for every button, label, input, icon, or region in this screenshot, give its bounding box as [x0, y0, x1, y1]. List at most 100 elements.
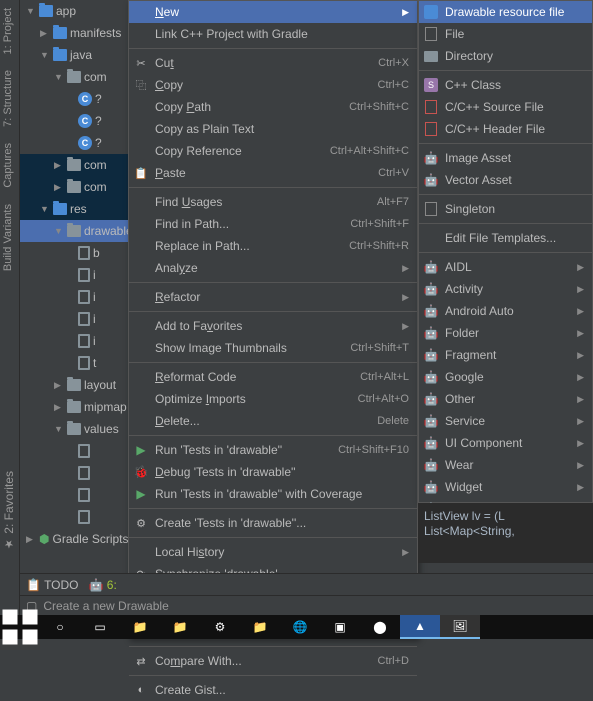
tree-node-file[interactable]: i	[20, 286, 133, 308]
menu-item-refactor[interactable]: Refactor▶	[129, 286, 417, 308]
task-app[interactable]: 📁	[160, 615, 200, 639]
menu-item-edittmpl[interactable]: Edit File Templates...	[419, 227, 592, 249]
menu-item-linkcpp[interactable]: Link C++ Project with Gradle	[129, 23, 417, 45]
menu-item-activity[interactable]: 🤖Activity▶	[419, 278, 592, 300]
start-button[interactable]	[0, 615, 40, 639]
menu-item-compare[interactable]: ⇄Compare With...Ctrl+D	[129, 650, 417, 672]
menu-item-service[interactable]: 🤖Service▶	[419, 410, 592, 432]
task-app-active[interactable]: 🖼	[440, 615, 480, 639]
menu-item-cppsrc[interactable]: C/C++ Source File	[419, 96, 592, 118]
android-icon: 🤖	[423, 413, 439, 429]
tree-node-class3[interactable]: C?	[20, 132, 133, 154]
tree-node-java[interactable]: ▼java	[20, 44, 133, 66]
menu-item-copyplain[interactable]: Copy as Plain Text	[129, 118, 417, 140]
sidetab-project[interactable]: 1: Project	[0, 0, 16, 62]
tree-node-mipmap[interactable]: ▶mipmap	[20, 396, 133, 418]
tree-node-res[interactable]: ▼res	[20, 198, 133, 220]
menu-item-paste[interactable]: 📋PasteCtrl+V	[129, 162, 417, 184]
menu-item-analyze[interactable]: Analyze▶	[129, 257, 417, 279]
task-app[interactable]: ⬤	[360, 615, 400, 639]
menu-item-widget[interactable]: 🤖Widget▶	[419, 476, 592, 498]
menu-item-localhist[interactable]: Local History▶	[129, 541, 417, 563]
task-app[interactable]: ⚙	[200, 615, 240, 639]
menu-item-label: C/C++ Header File	[445, 122, 584, 136]
tree-node-file[interactable]	[20, 484, 133, 506]
tree-node-file[interactable]	[20, 462, 133, 484]
sidetab-build-variants[interactable]: Build Variants	[0, 196, 16, 279]
sidetab-structure[interactable]: 7: Structure	[0, 62, 16, 135]
tree-node-file[interactable]: i	[20, 308, 133, 330]
menu-item-findinpath[interactable]: Find in Path...Ctrl+Shift+F	[129, 213, 417, 235]
menu-item-covtests[interactable]: ▶Run 'Tests in 'drawable'' with Coverage	[129, 483, 417, 505]
menu-separator	[129, 646, 417, 647]
menu-item-copypath[interactable]: Copy PathCtrl+Shift+C	[129, 96, 417, 118]
sidetab-captures[interactable]: Captures	[0, 135, 16, 196]
menu-item-other[interactable]: 🤖Other▶	[419, 388, 592, 410]
chevron-right-icon: ▶	[577, 328, 584, 339]
task-app[interactable]: 📁	[240, 615, 280, 639]
tree-node-file[interactable]: i	[20, 264, 133, 286]
project-tree[interactable]: ▼app ▶manifests ▼java ▼com C? C? C? ▶com…	[20, 0, 133, 560]
menu-item-runtests[interactable]: ▶Run 'Tests in 'drawable''Ctrl+Shift+F10	[129, 439, 417, 461]
menu-item-copyref[interactable]: Copy ReferenceCtrl+Alt+Shift+C	[129, 140, 417, 162]
cortana-button[interactable]: ○	[40, 615, 80, 639]
tree-node-manifests[interactable]: ▶manifests	[20, 22, 133, 44]
menu-item-cut[interactable]: ✂CutCtrl+X	[129, 52, 417, 74]
menu-item-findusages[interactable]: Find UsagesAlt+F7	[129, 191, 417, 213]
menu-item-cppclass[interactable]: SC++ Class	[419, 74, 592, 96]
task-app[interactable]: 📁	[120, 615, 160, 639]
menu-item-debugtests[interactable]: 🐞Debug 'Tests in 'drawable''	[129, 461, 417, 483]
menu-item-wear[interactable]: 🤖Wear▶	[419, 454, 592, 476]
menu-item-label: Service	[445, 414, 571, 428]
menu-item-file[interactable]: File	[419, 23, 592, 45]
menu-item-gist[interactable]: ◐Create Gist...	[129, 679, 417, 701]
tree-node-com1[interactable]: ▼com	[20, 66, 133, 88]
menu-item-reformat[interactable]: Reformat CodeCtrl+Alt+L	[129, 366, 417, 388]
menu-item-optimize[interactable]: Optimize ImportsCtrl+Alt+O	[129, 388, 417, 410]
todo-tab[interactable]: 📋 TODO	[26, 578, 79, 592]
menu-item-vecasset[interactable]: 🤖Vector Asset	[419, 169, 592, 191]
tree-node-com3[interactable]: ▶com	[20, 176, 133, 198]
menu-item-google[interactable]: 🤖Google▶	[419, 366, 592, 388]
tree-node-app[interactable]: ▼app	[20, 0, 133, 22]
menu-item-replaceinpath[interactable]: Replace in Path...Ctrl+Shift+R	[129, 235, 417, 257]
tree-node-gradle[interactable]: ▶⬢Gradle Scripts	[20, 528, 133, 550]
tree-node-class2[interactable]: C?	[20, 110, 133, 132]
tree-node-values[interactable]: ▼values	[20, 418, 133, 440]
menu-item-androidauto[interactable]: 🤖Android Auto▶	[419, 300, 592, 322]
tree-node-class1[interactable]: C?	[20, 88, 133, 110]
task-app-active[interactable]: ▲	[400, 615, 440, 639]
tree-node-file[interactable]	[20, 506, 133, 528]
task-app[interactable]: 🌐	[280, 615, 320, 639]
sidetab-favorites[interactable]: ★ 2: Favorites	[0, 463, 18, 559]
menu-item-addfav[interactable]: Add to Favorites▶	[129, 315, 417, 337]
menu-item-singleton[interactable]: Singleton	[419, 198, 592, 220]
menu-shortcut: Alt+F7	[377, 196, 409, 208]
android-icon: 🤖	[423, 457, 439, 473]
menu-item-directory[interactable]: Directory	[419, 45, 592, 67]
menu-item-drawres[interactable]: Drawable resource file	[419, 1, 592, 23]
menu-item-imgasset[interactable]: 🤖Image Asset	[419, 147, 592, 169]
menu-item-thumbs[interactable]: Show Image ThumbnailsCtrl+Shift+T	[129, 337, 417, 359]
tree-node-file[interactable]: b	[20, 242, 133, 264]
menu-item-cpphdr[interactable]: C/C++ Header File	[419, 118, 592, 140]
tree-node-drawable[interactable]: ▼drawable	[20, 220, 133, 242]
tree-node-file[interactable]	[20, 440, 133, 462]
menu-item-uicomp[interactable]: 🤖UI Component▶	[419, 432, 592, 454]
taskview-button[interactable]: ▭	[80, 615, 120, 639]
task-app[interactable]: ▣	[320, 615, 360, 639]
logcat-tab[interactable]: 🤖 6:	[89, 578, 117, 592]
menu-item-folder[interactable]: 🤖Folder▶	[419, 322, 592, 344]
tree-node-file[interactable]: i	[20, 330, 133, 352]
android-icon: 🤖	[423, 150, 439, 166]
tree-label: i	[93, 312, 96, 326]
menu-item-createtests[interactable]: ⚙Create 'Tests in 'drawable''...	[129, 512, 417, 534]
menu-item-delete[interactable]: Delete...Delete	[129, 410, 417, 432]
menu-item-new[interactable]: New▶	[129, 1, 417, 23]
menu-item-aidl[interactable]: 🤖AIDL▶	[419, 256, 592, 278]
menu-item-copy[interactable]: ⿻CopyCtrl+C	[129, 74, 417, 96]
tree-node-com2[interactable]: ▶com	[20, 154, 133, 176]
menu-item-fragment[interactable]: 🤖Fragment▶	[419, 344, 592, 366]
tree-node-layout[interactable]: ▶layout	[20, 374, 133, 396]
tree-node-file[interactable]: t	[20, 352, 133, 374]
